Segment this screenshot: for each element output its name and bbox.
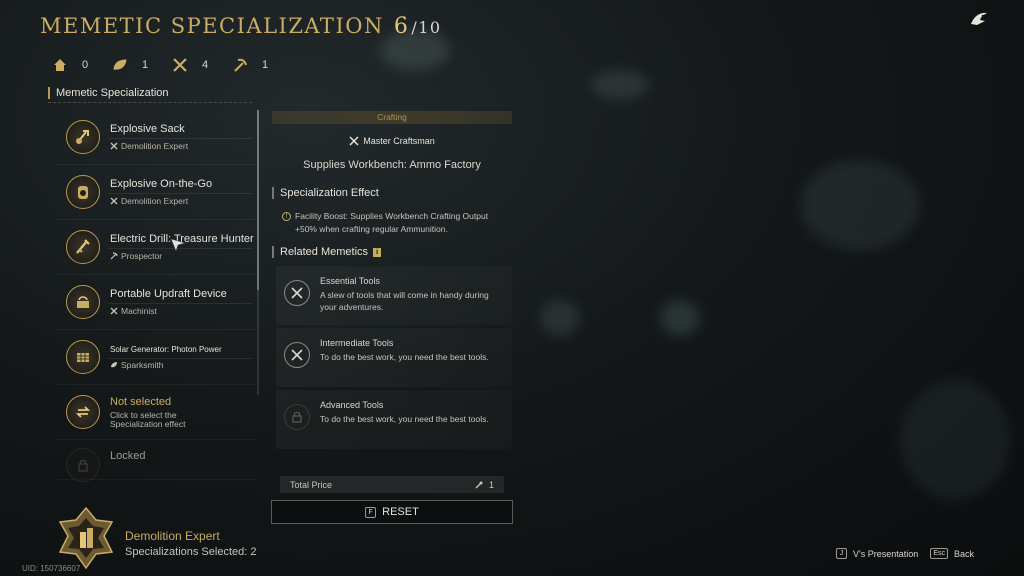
pickaxe-icon bbox=[234, 58, 247, 72]
master-title: Master Craftsman bbox=[272, 136, 512, 146]
home-icon bbox=[54, 59, 66, 71]
presentation-button[interactable]: J V's Presentation bbox=[836, 548, 918, 559]
item-sub: Prospector bbox=[110, 251, 254, 261]
item-name: Locked bbox=[110, 450, 146, 462]
lock-icon bbox=[66, 448, 100, 482]
presentation-key-hint: J bbox=[836, 548, 848, 559]
memetic-name: Advanced Tools bbox=[320, 400, 384, 410]
item-name: Not selected bbox=[110, 395, 172, 408]
background-glow bbox=[540, 300, 580, 336]
item-name: Explosive On-the-Go bbox=[110, 178, 213, 190]
tools-memetic-icon bbox=[284, 280, 310, 306]
workbench-name: Supplies Workbench: Ammo Factory bbox=[303, 159, 481, 171]
list-item-not-selected[interactable]: Not selected Click to select the Special… bbox=[56, 385, 256, 440]
explosive-on-the-go-icon bbox=[66, 175, 100, 209]
total-price-bar: Total Price 1 bbox=[280, 476, 504, 493]
pickaxe-icon bbox=[110, 252, 118, 260]
stat-value: 0 bbox=[82, 59, 89, 71]
back-button[interactable]: Esc Back bbox=[930, 548, 974, 559]
memetic-essential-tools[interactable]: Essential Tools A slew of tools that wil… bbox=[276, 266, 512, 325]
back-key-hint: Esc bbox=[930, 548, 948, 559]
memetic-desc: A slew of tools that will come in handy … bbox=[320, 290, 489, 312]
leaf-icon bbox=[111, 361, 117, 367]
stat-value: 1 bbox=[262, 59, 269, 71]
stat-value: 1 bbox=[142, 59, 149, 71]
list-heading: Memetic Specialization bbox=[48, 87, 169, 99]
reset-label: RESET bbox=[382, 506, 419, 518]
page-title-text: MEMETIC SPECIALIZATION bbox=[40, 14, 384, 38]
memetic-desc: To do the best work, you need the best t… bbox=[320, 352, 489, 362]
stat-home: 0 bbox=[52, 57, 112, 73]
category-stats: 0 1 4 1 bbox=[52, 57, 292, 73]
user-id: UID: 150736607 bbox=[22, 564, 81, 573]
swap-icon bbox=[66, 395, 100, 429]
updraft-device-icon bbox=[66, 285, 100, 319]
token-icon bbox=[475, 481, 483, 488]
item-sub: Demolition Expert bbox=[110, 141, 188, 151]
stat-leaf: 1 bbox=[112, 57, 172, 73]
list-item-locked: Locked bbox=[56, 440, 256, 482]
background-glow bbox=[660, 300, 700, 336]
list-item-electric-drill[interactable]: Electric Drill: Treasure Hunter Prospect… bbox=[56, 220, 256, 275]
reset-button[interactable]: F RESET bbox=[271, 500, 513, 524]
electric-drill-icon bbox=[66, 230, 100, 264]
effect-heading: Specialization Effect bbox=[272, 187, 512, 199]
memetic-name: Essential Tools bbox=[320, 276, 380, 286]
item-sub: Demolition Expert bbox=[110, 196, 212, 206]
background-glow bbox=[590, 70, 650, 100]
category-bar: Crafting bbox=[272, 111, 512, 124]
item-sub: Sparksmith bbox=[110, 360, 222, 370]
specialization-count: 6 bbox=[393, 14, 410, 39]
list-item-explosive-on-the-go[interactable]: Explosive On-the-Go Demolition Expert bbox=[56, 165, 256, 220]
effect-text: ! Facility Boost: Supplies Workbench Cra… bbox=[282, 210, 512, 236]
memetic-advanced-tools[interactable]: Advanced Tools To do the best work, you … bbox=[276, 390, 512, 449]
tools-icon bbox=[349, 136, 359, 146]
alert-icon: ! bbox=[282, 212, 291, 221]
specialization-max: /10 bbox=[411, 18, 442, 37]
tools-icon bbox=[110, 197, 118, 205]
list-item-solar-generator[interactable]: Solar Generator: Photon Power Sparksmith bbox=[56, 330, 256, 385]
memetic-desc: To do the best work, you need the best t… bbox=[320, 414, 489, 424]
detail-panel: Crafting Master Craftsman Supplies Workb… bbox=[272, 111, 512, 449]
tools-icon bbox=[173, 58, 187, 72]
lock-icon bbox=[284, 404, 310, 430]
memetic-intermediate-tools[interactable]: Intermediate Tools To do the best work, … bbox=[276, 328, 512, 387]
divider bbox=[48, 102, 252, 103]
item-sub: Machinist bbox=[110, 306, 227, 316]
leaf-icon bbox=[113, 59, 127, 70]
scrollbar-thumb[interactable] bbox=[257, 110, 259, 290]
reset-key-hint: F bbox=[365, 506, 377, 518]
list-item-portable-updraft-device[interactable]: Portable Updraft Device Machinist bbox=[56, 275, 256, 330]
list-item-explosive-sack[interactable]: Explosive Sack Demolition Expert bbox=[56, 110, 256, 165]
info-icon[interactable]: i bbox=[373, 247, 382, 257]
tools-icon bbox=[110, 307, 118, 315]
specializations-selected-count: Specializations Selected: 2 bbox=[125, 546, 257, 558]
item-sub: Click to select the Specialization effec… bbox=[110, 409, 186, 429]
list-scrollbar[interactable] bbox=[257, 110, 259, 395]
stat-pickaxe: 1 bbox=[232, 57, 292, 73]
total-price-label: Total Price bbox=[290, 479, 333, 490]
tools-icon bbox=[110, 142, 118, 150]
selected-specialization-name: Demolition Expert bbox=[125, 529, 220, 543]
item-name: Solar Generator: Photon Power bbox=[110, 344, 222, 354]
background-glow bbox=[800, 160, 920, 250]
background-glow bbox=[900, 380, 1010, 500]
total-price-value: 1 bbox=[488, 479, 494, 490]
game-logo-icon bbox=[971, 12, 987, 25]
item-name: Portable Updraft Device bbox=[110, 288, 227, 300]
explosive-sack-icon bbox=[66, 120, 100, 154]
solar-generator-icon bbox=[66, 340, 100, 374]
mouse-cursor-icon bbox=[170, 238, 186, 252]
footer-hints: J V's Presentation Esc Back bbox=[836, 548, 974, 559]
stat-tools: 4 bbox=[172, 57, 232, 73]
memetic-name: Intermediate Tools bbox=[320, 338, 394, 348]
page-title: MEMETIC SPECIALIZATION 6 /10 bbox=[40, 14, 442, 39]
related-memetics-heading: Related Memetics i bbox=[272, 246, 512, 258]
item-name: Explosive Sack bbox=[110, 123, 185, 135]
tools-memetic-icon bbox=[284, 342, 310, 368]
stat-value: 4 bbox=[202, 59, 209, 71]
demolition-expert-badge-icon bbox=[58, 506, 114, 570]
specialization-list: Explosive Sack Demolition Expert Explosi… bbox=[56, 110, 256, 482]
